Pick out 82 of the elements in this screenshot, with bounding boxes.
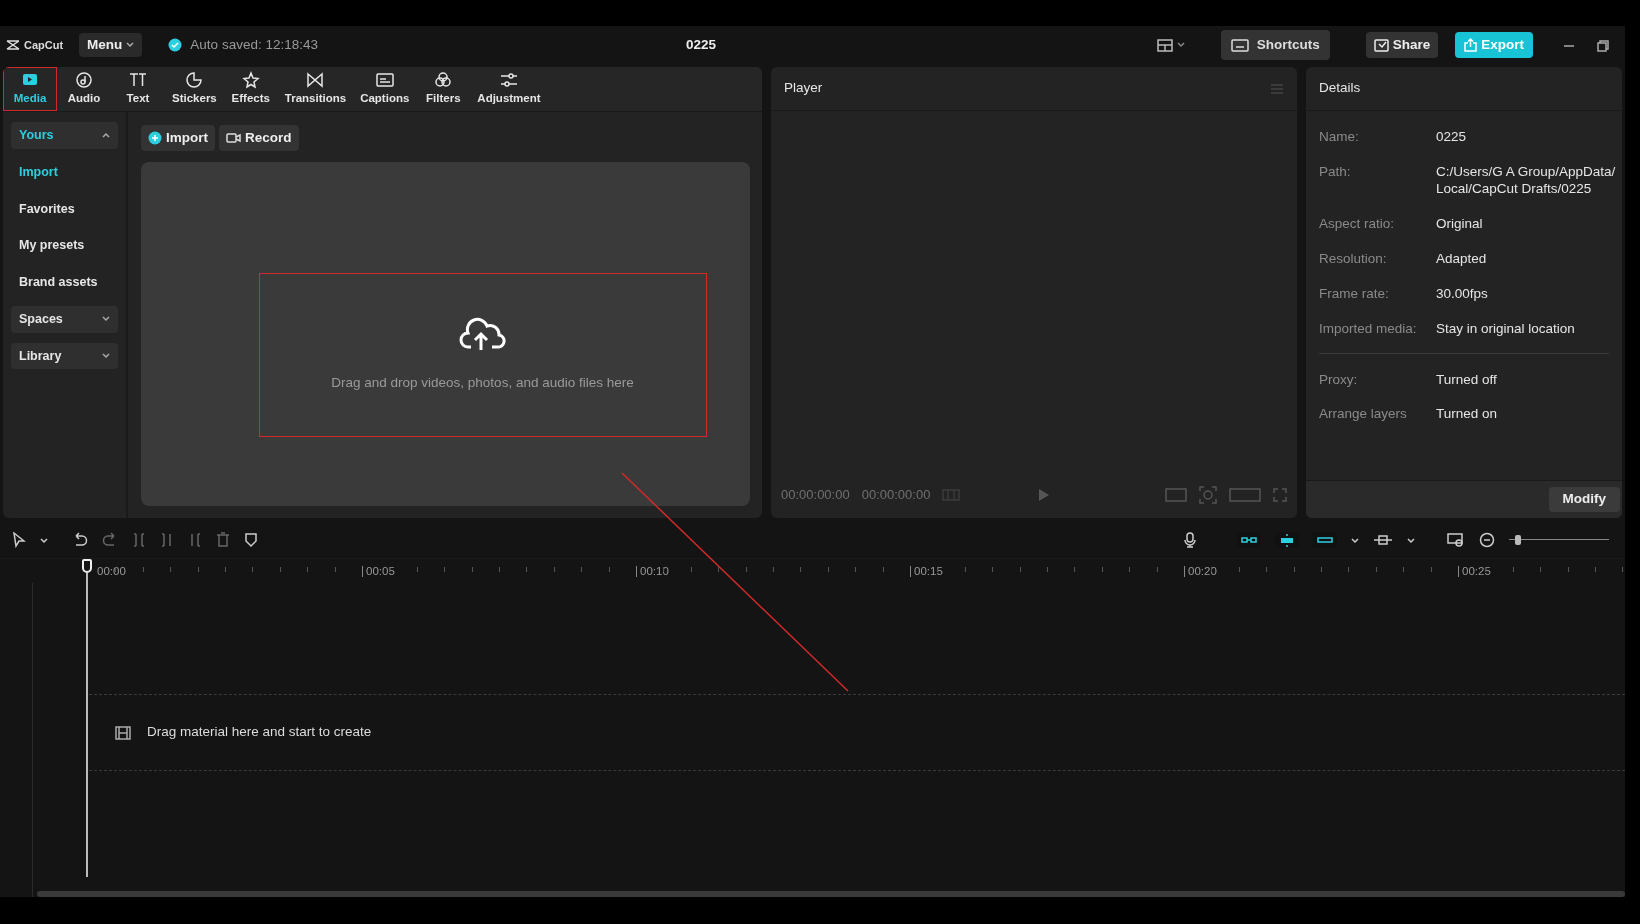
zoom-out-icon[interactable] [1479,531,1495,548]
detail-label: Imported media: [1319,320,1418,337]
text-icon [128,70,148,89]
share-icon [1373,38,1389,52]
detail-label: Frame rate: [1319,285,1390,302]
tool-tab[interactable]: Effects [223,67,278,111]
zoom-slider[interactable] [1509,534,1609,545]
import-button[interactable]: Import [141,125,215,152]
tool-tab[interactable]: Stickers [165,67,224,111]
sliders-icon [498,70,519,89]
detail-value: Turned off [1436,371,1497,388]
app-logo-text: CapCut [24,37,64,53]
track-hint: Drag material here and start to create [147,723,372,742]
chevron-up-icon [102,132,110,139]
cloud-upload-icon [458,317,507,353]
microphone-icon[interactable] [1183,531,1197,548]
detail-value: Stay in original location [1436,320,1575,337]
detail-value: 0225 [1436,128,1467,145]
chevron-down-icon [102,352,110,359]
tool-tab[interactable]: Media [3,67,57,111]
trash-icon[interactable] [216,531,230,548]
caret-icon [126,42,135,48]
sidebar-item[interactable]: My presets [11,232,118,259]
bowtie-icon [305,70,326,89]
sidebar-item[interactable]: Import [11,158,118,186]
zoom-fit-icon[interactable] [1447,531,1465,548]
drop-hint: Drag and drop videos, photos, and audio files here [331,374,634,392]
shortcuts-button[interactable]: Shortcuts [1220,29,1330,61]
detail-value: Adapted [1436,250,1487,267]
sidebar-item[interactable]: Favorites [11,195,118,223]
undo-icon[interactable] [72,531,88,548]
record-button[interactable]: Record [219,125,299,152]
share-button[interactable]: Share [1365,31,1439,59]
autosave-status: Auto saved: 12:18:43 [190,35,318,54]
layout-button[interactable] [1156,38,1185,52]
shield-icon[interactable] [244,531,258,548]
check-circle-icon [168,38,183,52]
current-time: 00:00:00:00 [781,486,850,505]
detail-value: 30.00fps [1436,285,1488,302]
chevron-down-icon [102,316,110,323]
music-note-icon [74,70,94,89]
sidebar-item[interactable]: Brand assets [11,269,118,296]
menu-button[interactable]: Menu [79,32,143,58]
plus-circle-icon [148,131,162,146]
modify-button[interactable]: Modify [1548,487,1620,512]
duration-time: 00:00:00:00 [861,486,931,505]
detail-label: Name: [1319,128,1360,145]
star-icon [240,70,261,89]
caret-icon [1176,42,1185,48]
detail-value: C:/Users/G A Group/AppData/ Local/CapCut Drafts/0225 [1436,163,1616,197]
tool-tab[interactable]: Filters [416,67,471,111]
detail-label: Arrange layers [1319,405,1408,422]
pie-icon [184,70,205,89]
sidebar-group[interactable]: Yours [11,122,118,149]
logo-icon [6,39,20,51]
film-icon [115,725,131,740]
tool-tab[interactable]: Transitions [277,67,354,111]
sidebar-group[interactable]: Library [11,342,118,370]
restore-icon [1597,39,1609,52]
project-title: 0225 [685,35,716,54]
tool-tab[interactable]: Text [111,67,165,111]
keyboard-icon [1230,38,1249,52]
detail-value: Original [1436,215,1483,232]
ruler-label: 00:00 [97,564,126,579]
upload-icon [1464,38,1478,52]
panel-title: Player [784,79,823,98]
panel-title: Details [1319,79,1361,98]
tool-tab[interactable]: Audio [57,67,111,111]
detail-label: Resolution: [1319,250,1388,267]
tool-tab[interactable]: Captions [353,67,417,111]
layout-icon [1156,38,1173,52]
detail-label: Proxy: [1319,371,1359,388]
sidebar-group[interactable]: Spaces [11,305,118,333]
detail-value: Turned on [1436,405,1498,422]
redo-icon[interactable] [102,531,118,548]
caption-icon [374,70,395,89]
circles-icon [433,70,454,89]
pointer-icon[interactable] [12,531,26,548]
detail-label: Aspect ratio: [1319,215,1396,232]
camera-icon [226,132,241,145]
tool-tab[interactable]: Adjustment [470,67,548,111]
detail-label: Path: [1319,163,1352,181]
